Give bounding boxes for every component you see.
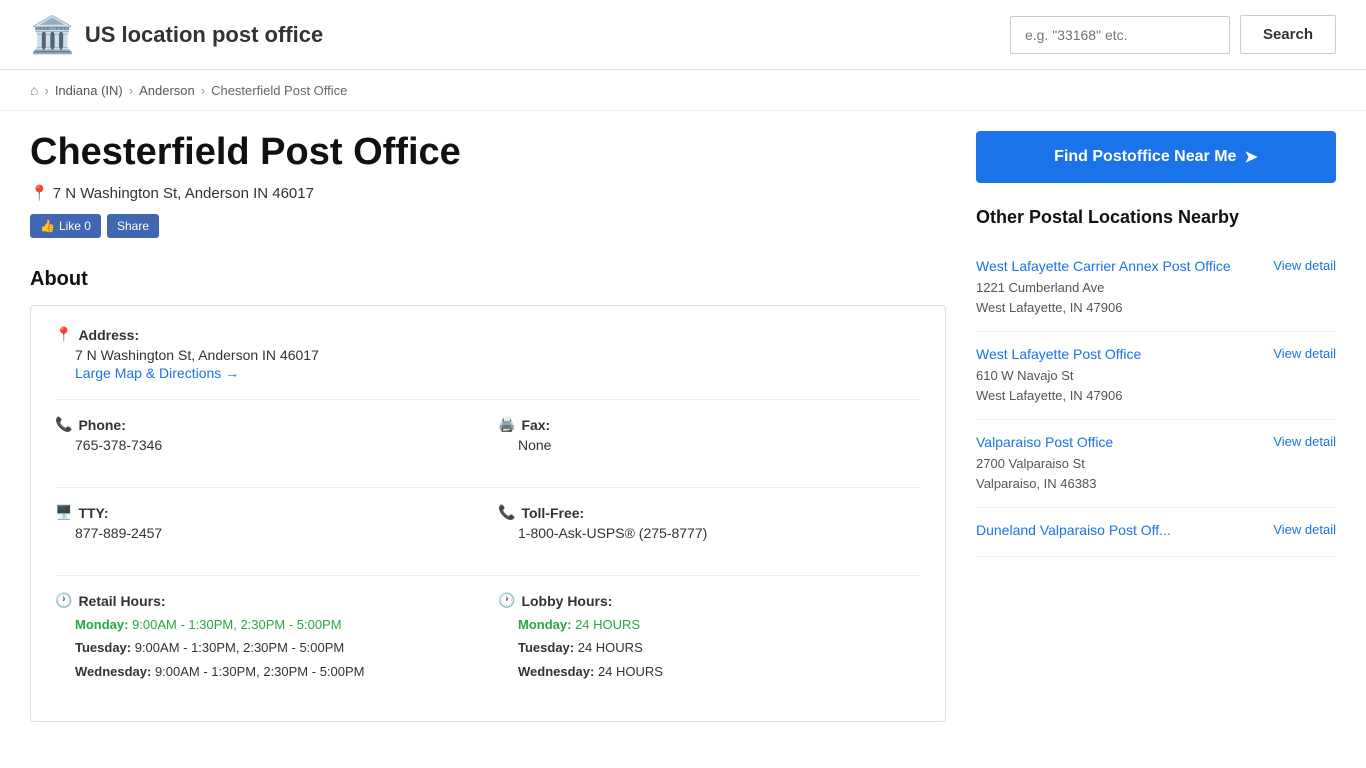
nearby-item: Valparaiso Post Office 2700 Valparaiso St… [976,420,1336,508]
nearby-list: West Lafayette Carrier Annex Post Office… [976,244,1336,557]
hours-day: Wednesday: [75,664,155,679]
tollfree-icon: 📞 [498,504,515,521]
lobby-hours-day: Tuesday: [518,640,578,655]
address-icon: 📍 [55,326,72,343]
find-postoffice-button[interactable]: Find Postoffice Near Me ➤ [976,131,1336,183]
phone-fax-grid: 📞 Phone: 765-378-7346 🖨️ Fax: None [55,416,921,471]
hours-entry: Tuesday: 9:00AM - 1:30PM, 2:30PM - 5:00P… [75,636,478,659]
clock-icon: 🕐 [55,592,72,609]
search-input[interactable] [1010,16,1230,54]
fax-value: None [498,437,921,453]
main-container: Chesterfield Post Office 📍 7 N Washingto… [0,111,1366,742]
fb-icon: 👍 [40,219,55,233]
logo: 🏛️ US location post office [30,17,1010,53]
hours-grid: 🕐 Retail Hours: Monday: 9:00AM - 1:30PM,… [55,592,921,701]
phone-value: 765-378-7346 [55,437,478,453]
search-area: Search [1010,15,1336,54]
breadcrumb-city[interactable]: Anderson [139,83,195,98]
nearby-name-link[interactable]: Valparaiso Post Office [976,434,1113,450]
nearby-view-detail-link[interactable]: View detail [1273,258,1336,273]
nearby-view-detail-link[interactable]: View detail [1273,522,1336,537]
hours-day: Tuesday: [75,640,135,655]
address-label: 📍 Address: [55,326,921,343]
page-address: 📍 7 N Washington St, Anderson IN 46017 [30,184,946,202]
lobby-hours-entry: Tuesday: 24 HOURS [518,636,921,659]
lobby-hours-time: 24 HOURS [575,617,640,632]
nearby-address: 2700 Valparaiso StValparaiso, IN 46383 [976,454,1113,493]
retail-hours-list: Monday: 9:00AM - 1:30PM, 2:30PM - 5:00PM… [55,613,478,683]
breadcrumb: ⌂ › Indiana (IN) › Anderson › Chesterfie… [0,70,1366,111]
main-content: Chesterfield Post Office 📍 7 N Washingto… [30,131,946,722]
clock-icon-2: 🕐 [498,592,515,609]
location-arrow-icon: ➤ [1244,147,1257,167]
nearby-view-detail-link[interactable]: View detail [1273,434,1336,449]
tollfree-value: 1-800-Ask-USPS® (275-8777) [498,525,921,541]
address-row: 📍 Address: 7 N Washington St, Anderson I… [55,326,921,381]
info-card: 📍 Address: 7 N Washington St, Anderson I… [30,305,946,722]
lobby-hours-entry: Monday: 24 HOURS [518,613,921,636]
lobby-hours-row: 🕐 Lobby Hours: Monday: 24 HOURSTuesday: … [498,592,921,701]
fax-icon: 🖨️ [498,416,515,433]
sidebar: Find Postoffice Near Me ➤ Other Postal L… [976,131,1336,722]
nearby-item: West Lafayette Carrier Annex Post Office… [976,244,1336,332]
home-icon[interactable]: ⌂ [30,82,38,98]
nearby-info: West Lafayette Carrier Annex Post Office… [976,258,1231,317]
lobby-hours-list: Monday: 24 HOURSTuesday: 24 HOURSWednesd… [498,613,921,683]
nearby-name-link[interactable]: West Lafayette Carrier Annex Post Office [976,258,1231,274]
fax-row: 🖨️ Fax: None [498,416,921,471]
hours-entry: Monday: 9:00AM - 1:30PM, 2:30PM - 5:00PM [75,613,478,636]
hours-time: 9:00AM - 1:30PM, 2:30PM - 5:00PM [155,664,365,679]
lobby-hours-day: Wednesday: [518,664,598,679]
nearby-name-link[interactable]: West Lafayette Post Office [976,346,1141,362]
nearby-info: Duneland Valparaiso Post Off... [976,522,1171,542]
nearby-info: Valparaiso Post Office 2700 Valparaiso St… [976,434,1113,493]
tty-icon: 🖥️ [55,504,72,521]
nearby-title: Other Postal Locations Nearby [976,207,1336,228]
fb-like-button[interactable]: 👍 Like 0 [30,214,101,238]
address-value: 7 N Washington St, Anderson IN 46017 [55,347,921,363]
about-title: About [30,268,946,291]
logo-icon: 🏛️ [30,17,75,53]
phone-icon: 📞 [55,416,72,433]
nearby-info: West Lafayette Post Office 610 W Navajo S… [976,346,1141,405]
map-link[interactable]: Large Map & Directions → [55,365,239,381]
social-buttons: 👍 Like 0 Share [30,214,946,238]
page-title: Chesterfield Post Office [30,131,946,174]
hours-entry: Wednesday: 9:00AM - 1:30PM, 2:30PM - 5:0… [75,660,478,683]
search-button[interactable]: Search [1240,15,1336,54]
header: 🏛️ US location post office Search [0,0,1366,70]
nearby-item: West Lafayette Post Office 610 W Navajo S… [976,332,1336,420]
nearby-name-link[interactable]: Duneland Valparaiso Post Off... [976,522,1171,538]
fb-share-button[interactable]: Share [107,214,159,238]
phone-row: 📞 Phone: 765-378-7346 [55,416,478,453]
lobby-hours-day: Monday: [518,617,575,632]
site-title: US location post office [85,22,323,48]
hours-day: Monday: [75,617,132,632]
tty-value: 877-889-2457 [55,525,478,541]
hours-time: 9:00AM - 1:30PM, 2:30PM - 5:00PM [132,617,342,632]
retail-hours-row: 🕐 Retail Hours: Monday: 9:00AM - 1:30PM,… [55,592,478,683]
tollfree-row: 📞 Toll-Free: 1-800-Ask-USPS® (275-8777) [498,504,921,559]
lobby-hours-time: 24 HOURS [598,664,663,679]
nearby-address: 1221 Cumberland AveWest Lafayette, IN 47… [976,278,1231,317]
tty-tollfree-grid: 🖥️ TTY: 877-889-2457 📞 Toll-Free: 1-800-… [55,504,921,559]
pin-icon: 📍 [30,184,49,202]
lobby-hours-time: 24 HOURS [578,640,643,655]
nearby-item: Duneland Valparaiso Post Off... View deta… [976,508,1336,557]
nearby-address: 610 W Navajo StWest Lafayette, IN 47906 [976,366,1141,405]
breadcrumb-current: Chesterfield Post Office [211,83,347,98]
address-text: 7 N Washington St, Anderson IN 46017 [53,185,314,202]
tty-row: 🖥️ TTY: 877-889-2457 [55,504,478,541]
breadcrumb-state[interactable]: Indiana (IN) [55,83,123,98]
lobby-hours-entry: Wednesday: 24 HOURS [518,660,921,683]
nearby-view-detail-link[interactable]: View detail [1273,346,1336,361]
hours-time: 9:00AM - 1:30PM, 2:30PM - 5:00PM [135,640,345,655]
